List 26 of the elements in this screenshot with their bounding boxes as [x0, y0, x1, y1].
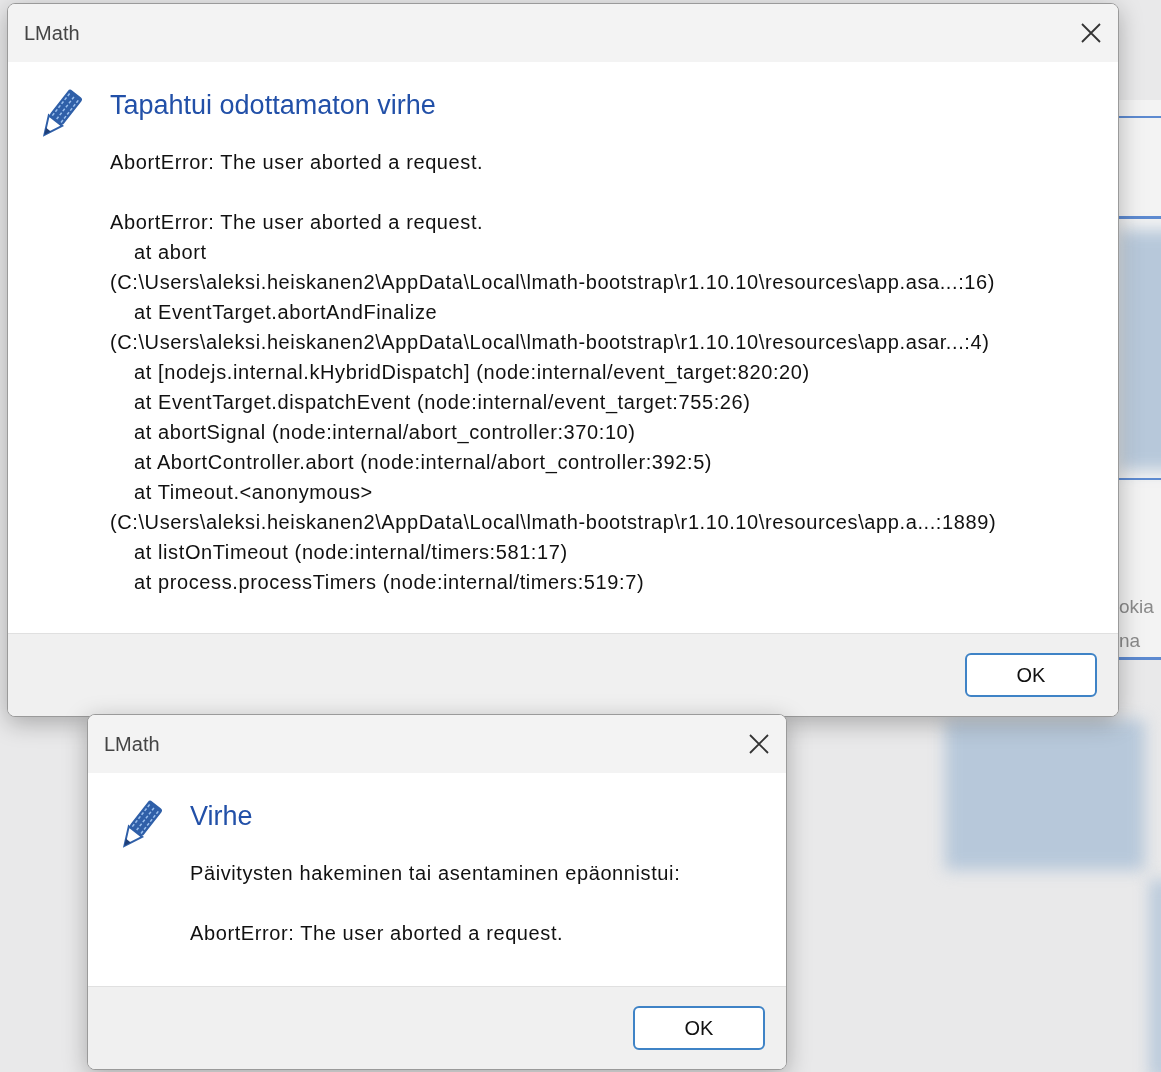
message-text: at Timeout.<anonymous>	[133, 480, 374, 505]
message-text: at listOnTimeout (node:internal/timers:581:17)	[133, 540, 569, 565]
close-icon[interactable]	[1080, 22, 1102, 44]
message-text: Päivitysten hakeminen tai asentaminen epäonnistui:	[190, 861, 681, 886]
message-text: AbortError: The user aborted a request.	[110, 210, 485, 235]
message-text: AbortError: The user aborted a request.	[110, 150, 485, 175]
background-text: okia	[1119, 596, 1154, 618]
message-text: AbortError: The user aborted a request.	[190, 921, 565, 946]
error-heading: Virhe	[190, 801, 254, 832]
message-text: at [nodejs.internal.kHybridDispatch] (node:internal/event_target:820:20)	[133, 360, 811, 386]
message-text: at abort	[133, 240, 208, 265]
close-icon[interactable]	[748, 733, 770, 755]
ok-button[interactable]: OK	[965, 653, 1097, 697]
window-title: LMath	[24, 21, 80, 45]
message-text: (C:\Users\aleksi.heiskanen2\AppData\Local\lmath-bootstrap\r1.10.10\resources\app.a...:1889)	[110, 510, 997, 535]
message-text: at EventTarget.dispatchEvent (node:internal/event_target:755:26)	[133, 390, 752, 416]
message-text: at process.processTimers (node:internal/timers:519:7)	[133, 570, 646, 595]
message-text: at abortSignal (node:internal/abort_controller:370:10)	[133, 420, 637, 446]
message-text: (C:\Users\aleksi.heiskanen2\AppData\Local\lmath-bootstrap\r1.10.10\resources\app.asar...:4)	[110, 330, 991, 355]
background-text: na	[1119, 630, 1141, 652]
message-text: at AbortController.abort (node:internal/abort_controller:392:5)	[133, 450, 714, 476]
message-text: (C:\Users\aleksi.heiskanen2\AppData\Local\lmath-bootstrap\r1.10.10\resources\app.asa...:16)	[110, 270, 997, 295]
error-heading: Tapahtui odottamaton virhe	[110, 90, 437, 121]
window-title: LMath	[104, 732, 160, 756]
ok-button[interactable]: OK	[633, 1006, 765, 1050]
message-text: at EventTarget.abortAndFinalize	[133, 300, 439, 325]
